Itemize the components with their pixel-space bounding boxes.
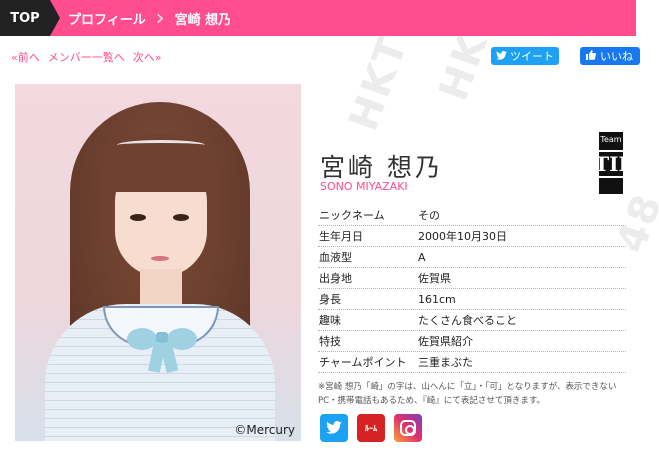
breadcrumb-profile-link[interactable]: プロフィール <box>50 0 160 36</box>
table-row: 血液型 A <box>318 247 626 268</box>
team-badge: Team TII <box>594 132 628 194</box>
name-character-note: ※宮崎 想乃「崎」の字は、山へんに「立」・「可」となりますが、表示できないPC・… <box>318 382 617 406</box>
field-label: 特技 <box>319 335 341 348</box>
facebook-like-button[interactable]: いいね <box>580 47 640 65</box>
prev-member-link[interactable]: «前へ <box>11 49 40 65</box>
twitter-link[interactable] <box>320 414 348 442</box>
field-label: 身長 <box>319 293 341 306</box>
table-row: チャームポイント 三重まぶた <box>318 352 626 373</box>
table-row: 趣味 たくさん食べること <box>318 310 626 331</box>
field-label: 出身地 <box>319 272 352 285</box>
photo-credit: ©Mercury <box>234 423 295 437</box>
member-name-romaji: SONO MIYAZAKI <box>320 180 408 193</box>
member-list-link[interactable]: メンバー一覧へ <box>48 49 125 65</box>
table-row: 出身地 佐賀県 <box>318 268 626 289</box>
team-name: TII <box>594 150 628 178</box>
instagram-icon <box>400 420 416 436</box>
field-value: 161cm <box>418 292 456 306</box>
next-member-link[interactable]: 次へ» <box>133 49 162 65</box>
breadcrumb-top-link[interactable]: TOP <box>0 0 60 36</box>
team-label: Team <box>600 135 622 144</box>
showroom-icon: ﾙｰﾑ <box>365 423 377 433</box>
like-label: いいね <box>600 50 633 63</box>
field-label: ニックネーム <box>319 209 385 222</box>
twitter-bird-icon <box>496 50 507 63</box>
field-value: たくさん食べること <box>418 314 517 327</box>
breadcrumb-current-member: 宮崎 想乃 <box>174 12 232 28</box>
field-label: 趣味 <box>319 314 341 327</box>
field-value: その <box>418 209 440 222</box>
table-row: ニックネーム その <box>318 205 626 226</box>
showroom-link[interactable]: ﾙｰﾑ <box>357 414 385 442</box>
field-value: 佐賀県紹介 <box>418 335 473 348</box>
instagram-link[interactable] <box>394 414 422 442</box>
field-value: A <box>418 250 426 264</box>
table-row: 特技 佐賀県紹介 <box>318 331 626 352</box>
tweet-button[interactable]: ツイート <box>491 47 559 65</box>
member-photo: ©Mercury <box>15 84 301 441</box>
tweet-label: ツイート <box>510 50 554 63</box>
breadcrumb: TOP プロフィール › 宮崎 想乃 <box>0 0 636 36</box>
profile-table: ニックネーム その 生年月日 2000年10月30日 血液型 A 出身地 佐賀県… <box>318 205 626 373</box>
field-value: 佐賀県 <box>418 272 451 285</box>
field-value: 2000年10月30日 <box>418 230 507 243</box>
twitter-icon <box>326 419 342 438</box>
table-row: 身長 161cm <box>318 289 626 310</box>
field-label: チャームポイント <box>319 356 407 369</box>
thumbs-up-icon <box>586 49 596 63</box>
member-navigation: «前へ メンバー一覧へ 次へ» <box>11 49 161 65</box>
background-watermark: HKT <box>340 29 418 137</box>
table-row: 生年月日 2000年10月30日 <box>318 226 626 247</box>
field-value: 三重まぶた <box>418 356 473 369</box>
field-label: 血液型 <box>319 251 352 264</box>
member-name: 宮崎 想乃 <box>320 153 443 182</box>
field-label: 生年月日 <box>319 230 363 243</box>
